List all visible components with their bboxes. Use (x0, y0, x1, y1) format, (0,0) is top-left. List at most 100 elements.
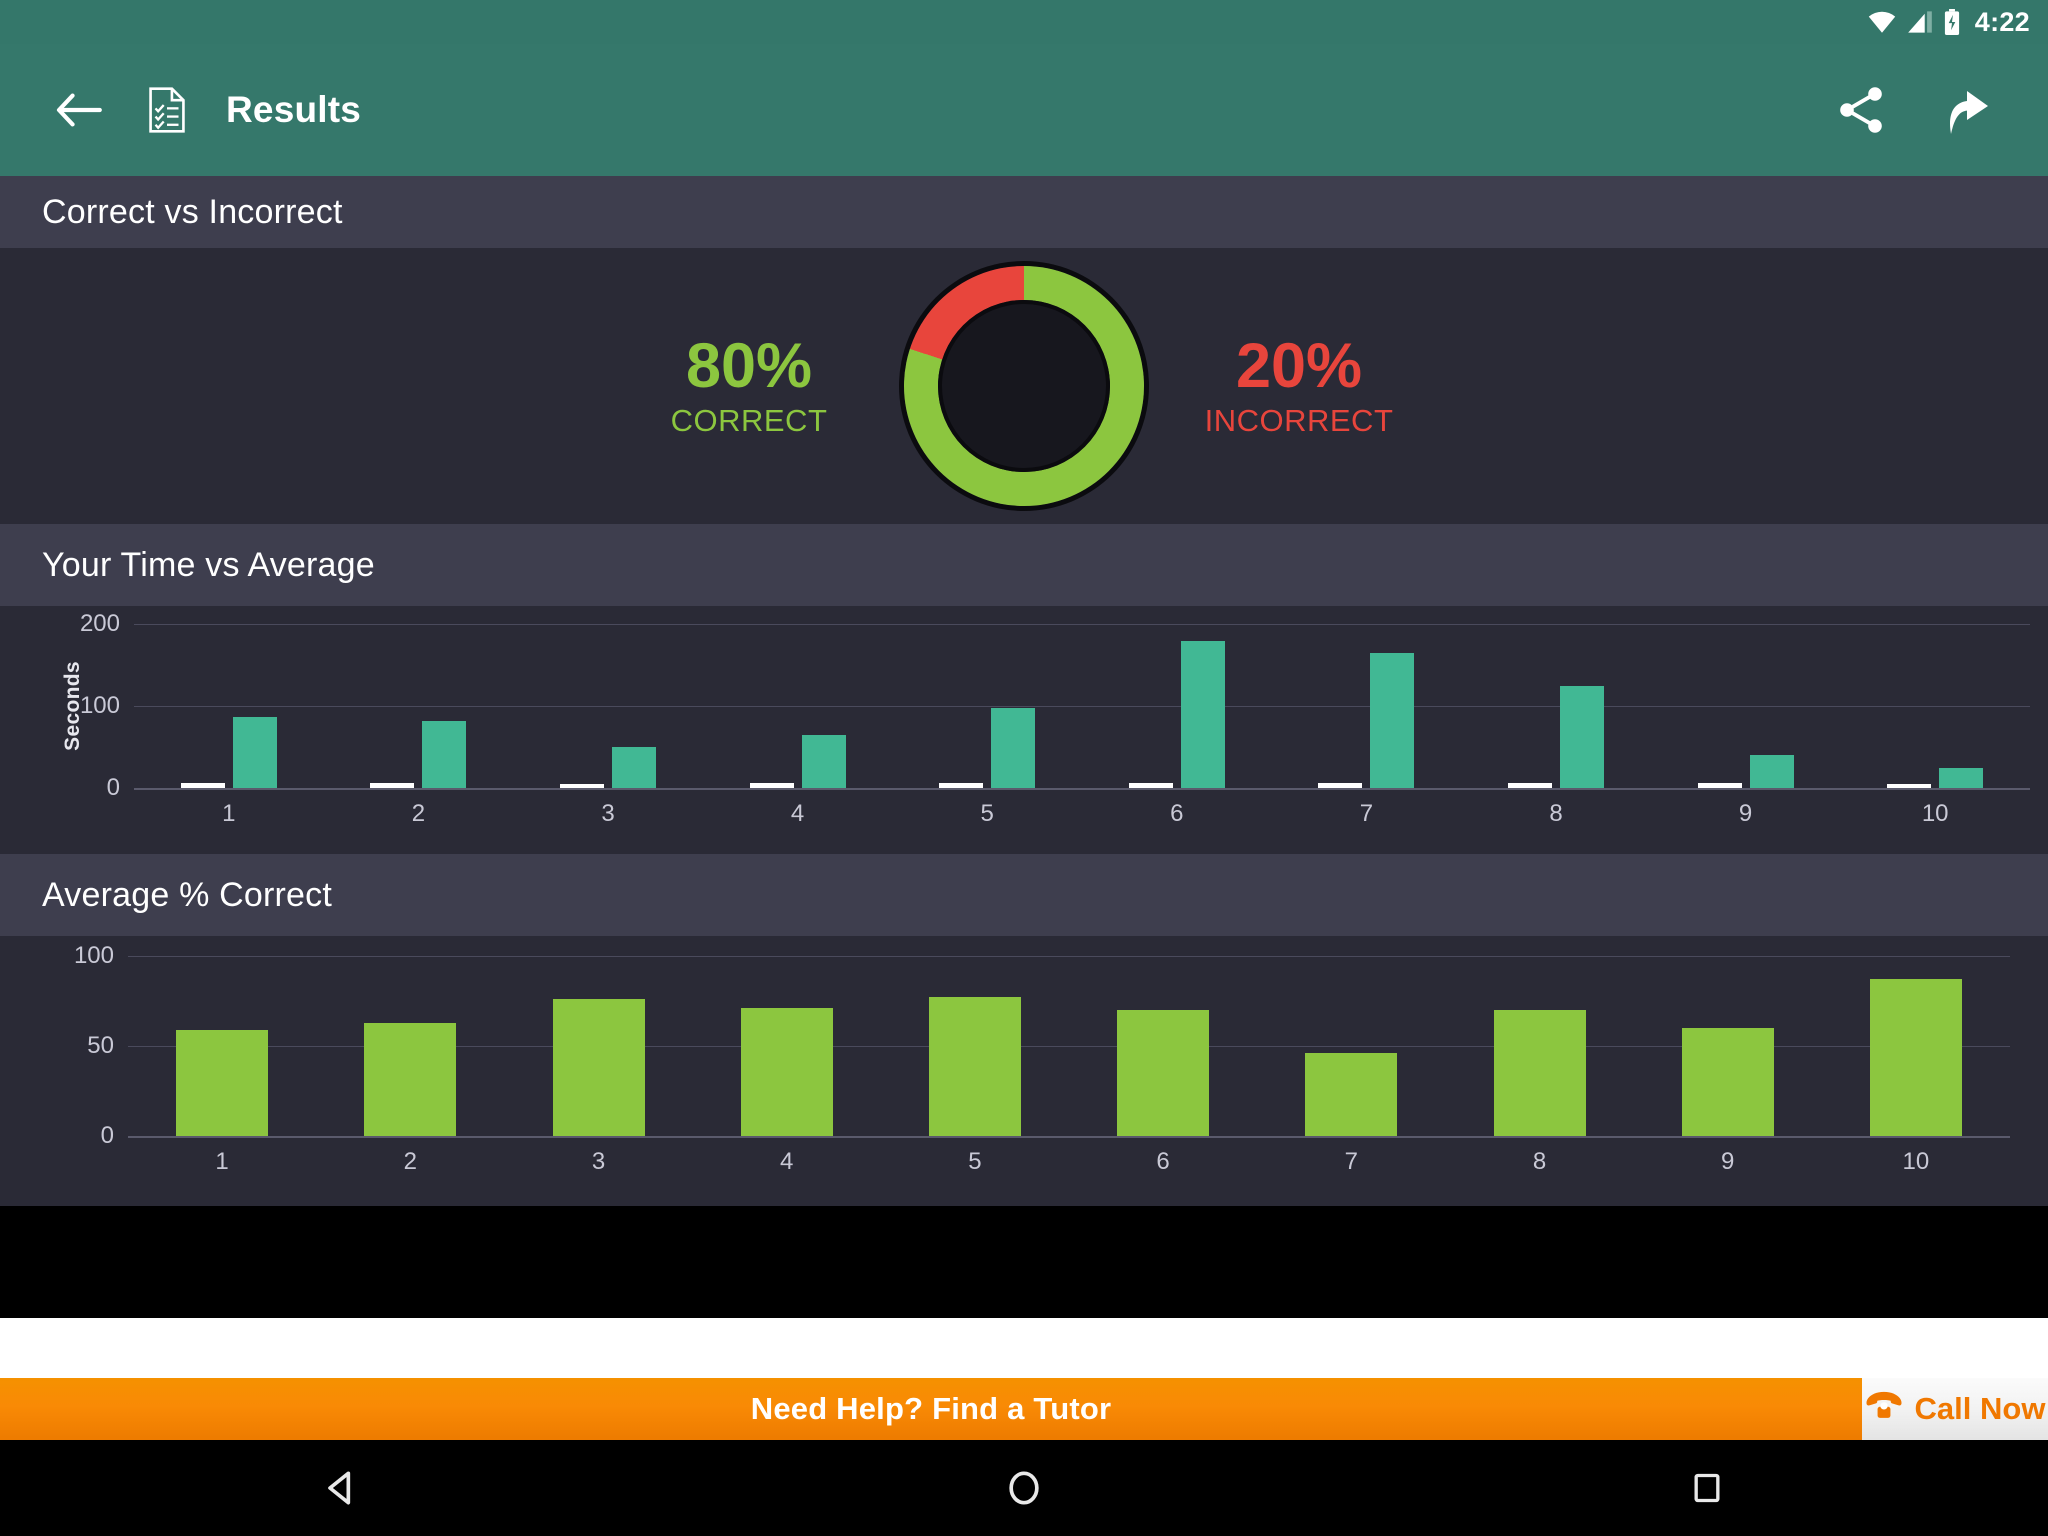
bar (1493, 1010, 1586, 1136)
y-axis-tick: 200 (79, 610, 120, 637)
android-nav-bar (0, 1440, 2048, 1536)
bar-group (128, 956, 316, 1136)
x-axis-tick: 4 (780, 1148, 794, 1175)
back-arrow-icon[interactable] (50, 81, 108, 139)
x-axis-tick: 3 (591, 1148, 606, 1175)
y-axis-tick: 100 (73, 942, 114, 969)
donut-hole (938, 300, 1110, 472)
wifi-icon (1867, 10, 1897, 34)
bars-container (134, 624, 2030, 788)
call-now-button[interactable]: Call Now (1862, 1378, 2048, 1440)
bars-container (128, 956, 2010, 1136)
bar (1305, 1053, 1398, 1136)
bar (1180, 641, 1225, 788)
bar (559, 783, 604, 788)
correct-incorrect-donut (904, 266, 1144, 506)
bar (1370, 652, 1415, 788)
incorrect-percent: 20% (1235, 330, 1363, 401)
bar-group (1272, 624, 1462, 788)
bar-group (1634, 956, 1822, 1136)
x-axis-tick: 10 (1902, 1148, 1930, 1175)
battery-charging-icon (1943, 9, 1961, 35)
bar (1869, 979, 1962, 1136)
correct-stat: 80% CORRECT (599, 333, 899, 439)
bar-group (1257, 956, 1445, 1136)
bar-group (1082, 624, 1272, 788)
share-icon[interactable] (1832, 81, 1890, 139)
bar-group (504, 956, 692, 1136)
bar-group (892, 624, 1082, 788)
cell-signal-icon (1907, 10, 1933, 34)
time-vs-average-chart: 0 100 200 Seconds 1 2 3 4 5 6 7 8 9 10 (0, 606, 2048, 854)
page-title: Results (226, 89, 362, 130)
bar-group (1069, 956, 1257, 1136)
axis-baseline (128, 1136, 2010, 1138)
incorrect-stat: 20% INCORRECT (1149, 333, 1449, 439)
bar (991, 707, 1036, 788)
bar (364, 1022, 457, 1136)
bar (1939, 767, 1984, 788)
app-bar: Results (0, 44, 2048, 176)
x-axis-tick: 5 (980, 800, 994, 827)
donut-chart-panel: 80% CORRECT 20% INCORRECT (0, 248, 2048, 524)
x-axis-tick: 4 (790, 800, 805, 827)
bar (370, 783, 415, 788)
bar-group (1840, 624, 2030, 788)
section-title: Correct vs Incorrect (42, 192, 343, 231)
bar (1681, 1028, 1774, 1136)
x-axis-tick: 2 (403, 1148, 417, 1175)
bar-group (1822, 956, 2010, 1136)
ad-gap (0, 1318, 2048, 1378)
y-axis-tick: 0 (100, 1122, 114, 1149)
correct-label: CORRECT (670, 403, 828, 439)
bar (1559, 685, 1604, 788)
tutor-ad-banner[interactable]: Need Help? Find a Tutor Call Now (0, 1378, 2048, 1440)
bar (1117, 1010, 1210, 1136)
telephone-icon (1865, 1390, 1903, 1428)
bar (749, 783, 794, 788)
x-axis-tick: 2 (411, 800, 426, 827)
y-axis-tick: 50 (87, 1032, 114, 1059)
bar (928, 997, 1021, 1136)
section-title: Average % Correct (42, 875, 333, 914)
bar (1507, 783, 1552, 788)
section-header-time-vs-average: Your Time vs Average (0, 524, 2048, 606)
bar (611, 747, 656, 788)
nav-home-circle-icon[interactable] (954, 1440, 1094, 1536)
x-axis-tick: 9 (1721, 1148, 1735, 1175)
bar-group (513, 624, 703, 788)
bar (1128, 783, 1173, 788)
bar-group (881, 956, 1069, 1136)
x-axis-tick: 7 (1359, 800, 1374, 827)
bar-group (316, 956, 504, 1136)
section-title: Your Time vs Average (42, 545, 375, 584)
forward-arrow-icon[interactable] (1936, 81, 1994, 139)
bar (801, 734, 846, 788)
app-screen: 4:22 Results Correct vs Incorrect 80% CO… (0, 0, 2048, 1536)
call-now-label: Call Now (1914, 1391, 2046, 1426)
correct-percent: 80% (685, 330, 813, 401)
nav-recents-square-icon[interactable] (1637, 1440, 1777, 1536)
bar-group (1461, 624, 1651, 788)
status-bar-clock: 4:22 (1974, 6, 2030, 37)
x-axis-tick: 3 (601, 800, 615, 827)
ad-headline-area[interactable]: Need Help? Find a Tutor (0, 1378, 1862, 1440)
bar (552, 999, 645, 1136)
x-axis-tick: 10 (1921, 800, 1949, 827)
ad-headline: Need Help? Find a Tutor (750, 1391, 1112, 1426)
bar (232, 716, 277, 788)
x-axis-tick: 6 (1170, 800, 1184, 827)
bar (1697, 783, 1742, 788)
nav-back-triangle-icon[interactable] (271, 1440, 411, 1536)
bar-group (1445, 956, 1633, 1136)
x-axis-tick: 1 (222, 800, 236, 827)
results-document-icon (138, 81, 196, 139)
y-axis-tick: 0 (106, 774, 120, 801)
axis-baseline (134, 788, 2030, 790)
bar-group (693, 956, 881, 1136)
x-axis-tick: 1 (215, 1148, 229, 1175)
bar-group (1651, 624, 1841, 788)
bar-group (134, 624, 324, 788)
bar (1749, 755, 1794, 788)
x-axis-tick: 7 (1344, 1148, 1358, 1175)
